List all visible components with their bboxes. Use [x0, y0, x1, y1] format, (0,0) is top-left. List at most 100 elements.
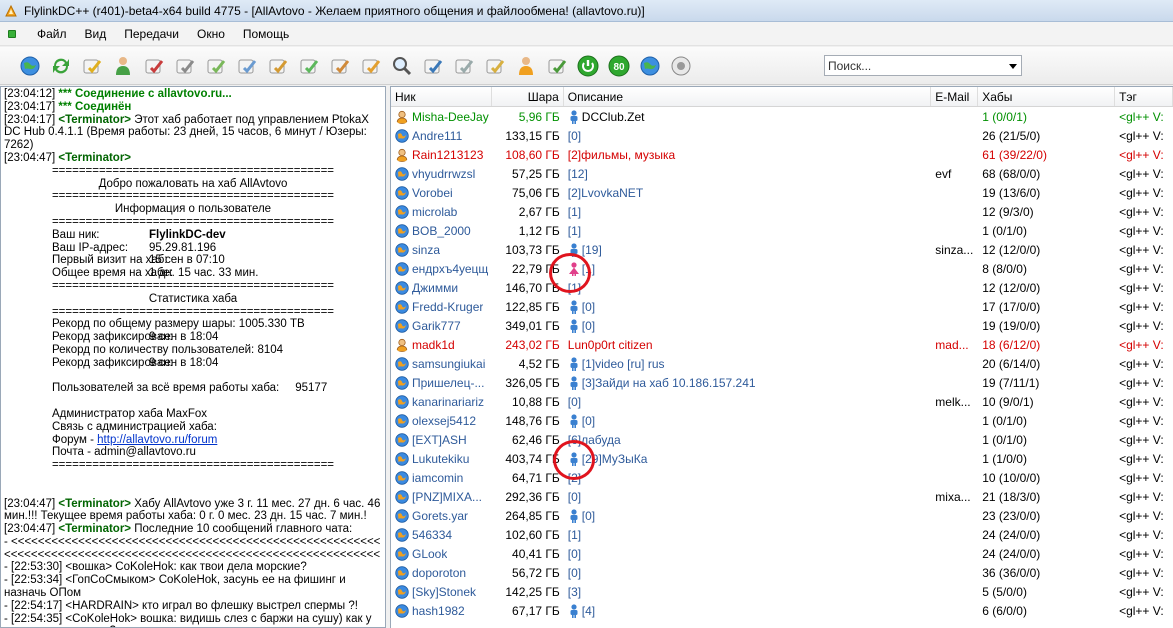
nick-text: Пришелец-...	[412, 375, 485, 390]
finished-uploads-button[interactable]	[264, 52, 292, 80]
cell-tag: <gl++ V:	[1119, 242, 1164, 257]
menu-transfers[interactable]: Передачи	[115, 25, 188, 43]
table-row[interactable]: sinza 103,73 ГБ [19] sinza... 12 (12/0/0) <gl…	[391, 240, 1173, 259]
search-combobox[interactable]	[824, 55, 1022, 76]
forum-link[interactable]: http://allavtovo.ru/forum	[97, 434, 217, 446]
cell-description: [2]фильмы, музыка	[564, 148, 932, 162]
column-header-tag[interactable]: Тэг	[1115, 87, 1173, 106]
table-row[interactable]: GLook 40,41 ГБ [0] 24 (24/0/0) <gl++ V:	[391, 544, 1173, 563]
cell-description: [2]	[564, 471, 932, 485]
cell-hubs: 12 (9/3/0)	[982, 204, 1034, 219]
globe-button[interactable]	[636, 52, 664, 80]
globe-user-icon	[395, 242, 409, 257]
download-button[interactable]	[295, 52, 323, 80]
table-row[interactable]: [PNZ]MIXA... 292,36 ГБ [0] mixa... 21 (18/3/…	[391, 487, 1173, 506]
cell-share: 62,46 ГБ	[512, 432, 560, 447]
search-input[interactable]	[828, 58, 1008, 73]
notepad-button[interactable]	[481, 52, 509, 80]
table-row[interactable]: ендрхъ4уецщ 22,79 ГБ [1] 8 (8/0/0) <gl++ V:	[391, 259, 1173, 278]
sound-button[interactable]	[667, 52, 695, 80]
finished-uploads-icon	[269, 59, 288, 73]
table-row[interactable]: olexsej5412 148,76 ГБ [0] 1 (0/1/0) <gl++ V:	[391, 411, 1173, 430]
nick-text: BOB_2000	[412, 223, 471, 238]
away-button[interactable]	[512, 52, 540, 80]
cell-tag: <gl++ V:	[1119, 451, 1164, 466]
upload-queue-button[interactable]	[233, 52, 261, 80]
table-row[interactable]: vhyudrrwzsl 57,25 ГБ [12] evf 68 (68/0/0) <gl…	[391, 164, 1173, 183]
globe-user-icon	[395, 261, 409, 276]
speed-80-button[interactable]: 80	[605, 52, 633, 80]
file-list-button[interactable]	[450, 52, 478, 80]
table-row[interactable]: iamcomin 64,71 ГБ [2] 10 (10/0/0) <gl++ V:	[391, 468, 1173, 487]
menu-help[interactable]: Помощь	[234, 25, 298, 43]
table-row[interactable]: Fredd-Kruger 122,85 ГБ [0] 17 (17/0/0) <gl++…	[391, 297, 1173, 316]
cell-nick: 546334	[391, 528, 492, 542]
table-row[interactable]: Пришелец-... 326,05 ГБ [3]Зайди на хаб 10.…	[391, 373, 1173, 392]
table-row[interactable]: [Sky]Stonek 142,25 ГБ [3] 5 (5/0/0) <gl++ V:	[391, 582, 1173, 601]
cell-tag: <gl++ V:	[1119, 223, 1164, 238]
operator-user-icon	[396, 110, 408, 124]
recent-hubs-icon	[145, 59, 164, 73]
settings-button[interactable]	[543, 52, 571, 80]
queue-button[interactable]	[171, 52, 199, 80]
hub-chat-panel[interactable]: [23:04:12] *** Соединение с allavtovo.ru…	[0, 86, 386, 628]
table-row[interactable]: hash1982 67,17 ГБ [4] 6 (6/0/0) <gl++ V:	[391, 601, 1173, 620]
adl-search-button[interactable]	[419, 52, 447, 80]
menu-window[interactable]: Окно	[188, 25, 234, 43]
title-bar: FlylinkDC++ (r401)-beta4-x64 build 4775 …	[0, 0, 1173, 22]
table-row[interactable]: Andre111 133,15 ГБ [0] 26 (21/5/0) <gl++ V:	[391, 126, 1173, 145]
table-row[interactable]: [EXT]ASH 62,46 ГБ [6]лабуда 1 (0/1/0) <gl++ …	[391, 430, 1173, 449]
nick-text: Fredd-Kruger	[412, 299, 484, 314]
globe-user-icon	[395, 451, 409, 466]
column-header-description[interactable]: Описание	[564, 87, 932, 106]
cell-description: [19]	[564, 243, 932, 257]
cell-tag: <gl++ V:	[1119, 128, 1164, 143]
motd-separator: ========================================…	[51, 305, 335, 318]
column-header-email[interactable]: E-Mail	[931, 87, 979, 106]
table-row[interactable]: 546334 102,60 ГБ [1] 24 (24/0/0) <gl++ V:	[391, 525, 1173, 544]
table-row[interactable]: samsungiukai 4,52 ГБ [1]video [ru] rus 20 (…	[391, 354, 1173, 373]
search-button[interactable]	[388, 52, 416, 80]
menu-file[interactable]: Файл	[28, 25, 76, 43]
table-row[interactable]: Garik777 349,01 ГБ [0] 19 (19/0/0) <gl++ V:	[391, 316, 1173, 335]
cell-description: [0]	[564, 509, 932, 523]
table-row[interactable]: Джимми 146,70 ГБ [1] 12 (12/0/0) <gl++ V:	[391, 278, 1173, 297]
table-row[interactable]: BOB_2000 1,12 ГБ [1] 1 (0/1/0) <gl++ V:	[391, 221, 1173, 240]
cell-email: melk...	[935, 394, 971, 409]
table-row[interactable]: microlab 2,67 ГБ [1] 12 (9/3/0) <gl++ V:	[391, 202, 1173, 221]
recent-hubs-button[interactable]	[140, 52, 168, 80]
limiter-button[interactable]	[574, 52, 602, 80]
cell-nick: microlab	[391, 205, 492, 219]
table-row[interactable]: Lukutekiku 403,74 ГБ [29]МуЗыКа 1 (1/0/0) <g…	[391, 449, 1173, 468]
table-row[interactable]: Gorets.yar 264,85 ГБ [0] 23 (23/0/0) <gl++ V…	[391, 506, 1173, 525]
user-list[interactable]: Ник Шара Описание E-Mail Хабы Тэг Misha-…	[390, 86, 1173, 628]
chevron-down-icon[interactable]	[1009, 64, 1017, 69]
cell-share: 292,36 ГБ	[505, 489, 560, 504]
network-stats-button[interactable]	[357, 52, 385, 80]
refresh-icon	[53, 58, 69, 73]
refresh-button[interactable]	[47, 52, 75, 80]
table-row[interactable]: kanarinariariz 10,88 ГБ [0] melk... 10 (9/0/…	[391, 392, 1173, 411]
column-header-share[interactable]: Шара	[492, 87, 564, 106]
description-text: [12]	[567, 166, 588, 181]
cell-nick: Andre111	[391, 129, 492, 143]
cell-nick: doporoton	[391, 566, 492, 580]
chat-arrows: - <<<<<<<<<<<<<<<<<<<<<<<<<<<<<<<<<<<<<<…	[4, 535, 381, 561]
table-row[interactable]: madk1d 243,02 ГБ Lun0p0rt citizen mad... 18 …	[391, 335, 1173, 354]
table-row[interactable]: doporoton 56,72 ГБ [0] 36 (36/0/0) <gl++ V:	[391, 563, 1173, 582]
motd-stats-title: Статистика хаба	[148, 292, 238, 305]
menu-view[interactable]: Вид	[76, 25, 116, 43]
column-header-nick[interactable]: Ник	[391, 87, 492, 106]
globe-user-icon	[395, 166, 409, 181]
table-row[interactable]: Vorobei 75,06 ГБ [2]LvovkaNET 19 (13/6/0) <g…	[391, 183, 1173, 202]
users-button[interactable]	[109, 52, 137, 80]
favorites-button[interactable]	[78, 52, 106, 80]
column-header-hubs[interactable]: Хабы	[978, 87, 1116, 106]
upload-button[interactable]	[326, 52, 354, 80]
cell-share: 40,41 ГБ	[512, 546, 560, 561]
finished-button[interactable]	[202, 52, 230, 80]
table-row[interactable]: Misha-DeeJay 5,96 ГБ DCClub.Zet 1 (0/0/1) <g…	[391, 107, 1173, 126]
table-row[interactable]: Rain1213123 108,60 ГБ [2]фильмы, музыка 61 …	[391, 145, 1173, 164]
connect-button[interactable]	[16, 52, 44, 80]
description-text: Lun0p0rt citizen	[567, 337, 653, 352]
